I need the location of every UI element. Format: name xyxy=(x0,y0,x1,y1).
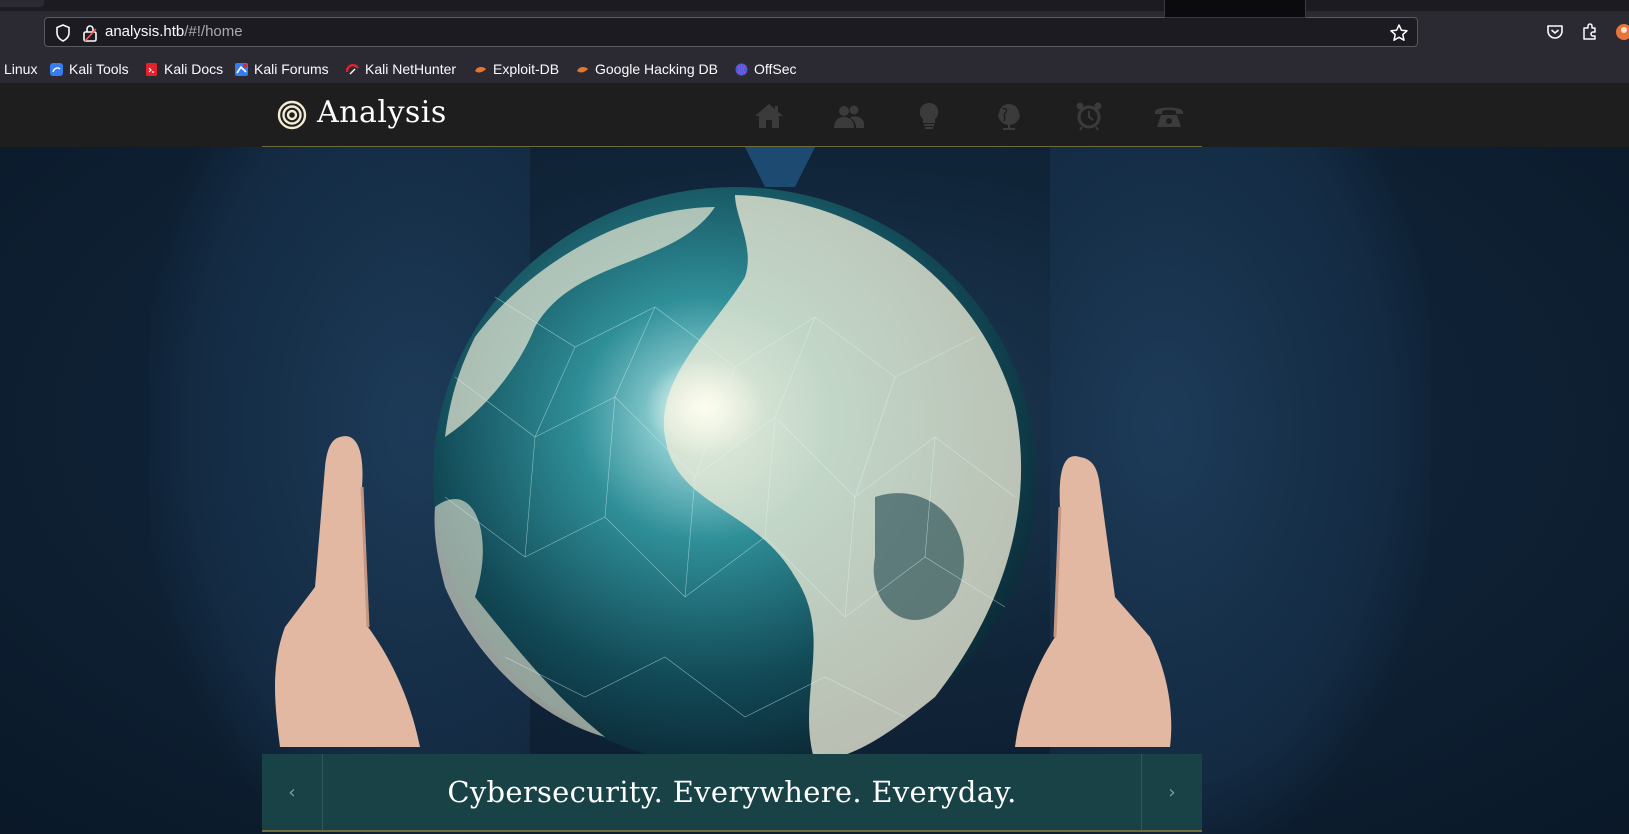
carousel-caption: ‹ Cybersecurity. Everywhere. Everyday. › xyxy=(262,754,1202,832)
hero-carousel: ‹ Cybersecurity. Everywhere. Everyday. › xyxy=(0,147,1629,834)
bookmark-label: Exploit-DB xyxy=(493,61,560,77)
network-globe-image xyxy=(433,187,1037,767)
site-brand-name[interactable]: Analysis xyxy=(317,95,447,130)
exploit-db-icon xyxy=(475,66,486,72)
bookmark-star-icon[interactable] xyxy=(1389,23,1409,43)
bookmark-offsec[interactable]: OffSec xyxy=(735,59,797,79)
address-bar[interactable]: analysis.htb/#!/home xyxy=(44,17,1418,47)
carousel-prev-button[interactable]: ‹ xyxy=(262,754,323,830)
url-host: analysis.htb xyxy=(105,23,185,40)
pocket-icon[interactable] xyxy=(1545,22,1565,42)
kali-docs-icon xyxy=(146,62,157,76)
bookmark-label: Kali Forums xyxy=(254,61,329,77)
carousel-next-button[interactable]: › xyxy=(1141,754,1202,830)
browser-tab[interactable] xyxy=(0,0,44,7)
bookmark-linux[interactable]: Linux xyxy=(4,59,37,79)
site-header: Analysis xyxy=(0,83,1629,147)
site-header-inner: Analysis xyxy=(262,83,1202,147)
phone-icon[interactable] xyxy=(1152,101,1186,131)
bookmark-kali-nethunter[interactable]: Kali NetHunter xyxy=(346,59,456,79)
carousel-caption-text: Cybersecurity. Everywhere. Everyday. xyxy=(447,775,1017,809)
bookmark-kali-tools[interactable]: Kali Tools xyxy=(50,59,129,79)
offsec-icon xyxy=(735,63,748,75)
extensions-icon[interactable] xyxy=(1580,22,1600,42)
url-text[interactable]: analysis.htb/#!/home xyxy=(105,23,243,40)
bookmark-label: OffSec xyxy=(754,61,797,77)
bookmark-google-hacking-db[interactable]: Google Hacking DB xyxy=(576,59,718,79)
kali-nethunter-icon xyxy=(346,63,359,74)
team-icon[interactable] xyxy=(832,101,866,131)
google-hacking-db-icon xyxy=(577,66,588,72)
bookmark-label: Kali NetHunter xyxy=(365,61,457,77)
lightbulb-icon[interactable] xyxy=(912,101,946,131)
bookmark-kali-docs[interactable]: Kali Docs xyxy=(145,59,223,79)
bookmark-label: Kali Tools xyxy=(69,61,129,77)
bookmark-exploit-db[interactable]: Exploit-DB xyxy=(474,59,559,79)
account-avatar-icon[interactable] xyxy=(1614,22,1629,42)
target-logo-icon[interactable] xyxy=(277,100,307,130)
alarm-clock-icon[interactable] xyxy=(1072,101,1106,131)
kali-forums-icon xyxy=(235,62,248,76)
lock-icon[interactable] xyxy=(81,23,99,43)
globe-icon[interactable] xyxy=(992,101,1026,131)
kali-tools-icon xyxy=(50,62,63,76)
left-hand-image xyxy=(275,436,420,747)
bookmark-label: Kali Docs xyxy=(164,61,224,77)
tracking-protection-shield-icon[interactable] xyxy=(53,23,73,43)
url-path: /#!/home xyxy=(184,23,243,40)
home-icon[interactable] xyxy=(752,101,786,131)
tooltip xyxy=(1164,0,1306,18)
bookmark-label: Google Hacking DB xyxy=(595,61,718,77)
bookmark-kali-forums[interactable]: Kali Forums xyxy=(235,59,329,79)
right-hand-image xyxy=(1015,456,1172,747)
bookmark-label: Linux xyxy=(4,61,38,77)
tab-strip xyxy=(0,0,1629,18)
bookmarks-toolbar: Linux Kali Tools Kali Docs Kali Forums K… xyxy=(0,55,1629,84)
